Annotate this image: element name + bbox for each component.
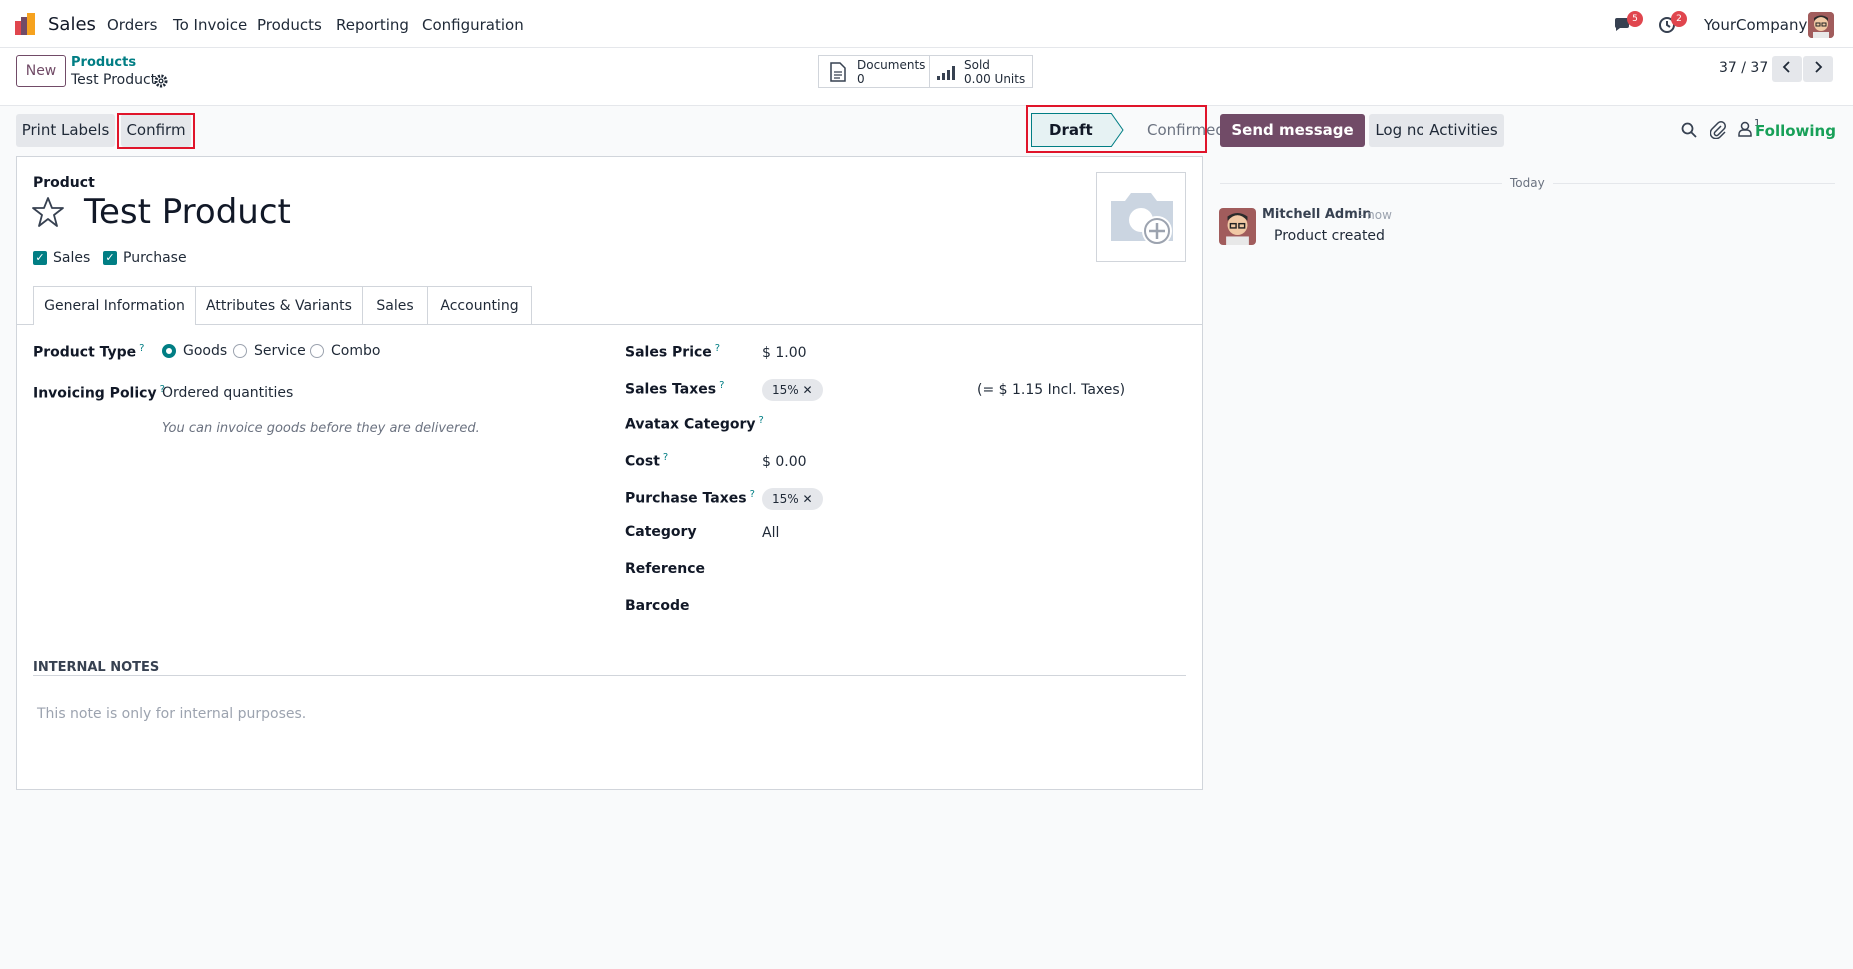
sales-price-label: Sales Price? [625,343,721,361]
invoicing-policy-field[interactable]: Ordered quantities [162,385,293,401]
tab-sales[interactable]: Sales [363,286,428,324]
radio-goods-label: Goods [183,343,228,359]
sales-price-field[interactable]: $ 1.00 [762,345,807,361]
app-name[interactable]: Sales [48,14,96,35]
message-author-avatar[interactable] [1219,208,1256,245]
menu-orders[interactable]: Orders [107,16,157,34]
product-label: Product [33,175,95,191]
sales-taxes-label: Sales Taxes? [625,380,725,398]
divider [1220,183,1502,184]
sold-label: Sold [964,58,990,72]
remove-tag-icon[interactable]: ✕ [803,383,813,397]
breadcrumb-current: Test Product [71,72,157,88]
following-button[interactable]: Following [1755,122,1836,140]
remove-tag-icon[interactable]: ✕ [803,492,813,506]
purchase-checkbox[interactable]: ✓ [103,251,117,265]
category-field[interactable]: All [762,525,779,541]
help-icon[interactable]: ? [663,452,668,463]
followers-icon[interactable] [1738,121,1752,137]
documents-smart-button[interactable]: Documents 0 [818,55,930,88]
tab-accounting[interactable]: Accounting [428,286,532,324]
menu-reporting[interactable]: Reporting [336,16,409,34]
confirm-highlight-box [117,113,195,149]
messages-badge: 5 [1627,11,1643,27]
top-navbar: Sales Orders To Invoice Products Reporti… [0,0,1853,48]
sales-app-icon[interactable] [15,13,37,35]
document-icon [830,62,846,82]
documents-label: Documents [857,58,926,72]
help-icon[interactable]: ? [750,489,755,500]
activities-badge: 2 [1671,11,1687,27]
pager-previous-button[interactable] [1772,56,1802,82]
message-body: Product created [1274,228,1385,244]
help-icon[interactable]: ? [139,343,144,354]
breadcrumb-products[interactable]: Products [71,55,136,70]
chevron-left-icon [1782,61,1790,73]
menu-products[interactable]: Products [257,16,322,34]
reference-label: Reference [625,561,706,577]
paperclip-icon[interactable] [1710,121,1726,139]
product-form-sheet [16,156,1203,790]
barcode-label: Barcode [625,598,690,614]
menu-configuration[interactable]: Configuration [422,16,524,34]
divider [1553,183,1835,184]
radio-goods[interactable] [162,344,176,358]
new-button[interactable]: New [16,55,66,87]
date-separator: Today [1510,176,1545,190]
radio-combo-label: Combo [331,343,381,359]
sold-smart-button[interactable]: Sold 0.00 Units [929,55,1033,88]
internal-notes-field[interactable]: This note is only for internal purposes. [37,706,306,722]
message-author[interactable]: Mitchell Admin [1262,207,1371,222]
star-icon[interactable] [32,196,64,228]
sold-value: 0.00 Units [964,72,1026,86]
help-icon[interactable]: ? [715,343,720,354]
product-name-field[interactable]: Test Product [84,192,291,232]
gear-icon[interactable] [154,74,168,88]
user-avatar[interactable] [1808,12,1834,38]
cost-field[interactable]: $ 0.00 [762,454,807,470]
pager-value[interactable]: 37 / 37 [1719,60,1768,76]
radio-combo[interactable] [310,344,324,358]
camera-add-icon [1111,193,1173,246]
cost-label: Cost? [625,452,669,470]
tab-attributes-variants[interactable]: Attributes & Variants [196,286,363,324]
incl-taxes-value: (= $ 1.15 Incl. Taxes) [977,382,1126,398]
menu-to-invoice[interactable]: To Invoice [173,16,247,34]
product-type-label: Product Type? [33,343,145,361]
invoicing-hint: You can invoice goods before they are de… [162,421,480,436]
sales-checkbox[interactable]: ✓ [33,251,47,265]
send-message-button[interactable]: Send message [1220,114,1365,147]
print-labels-button[interactable]: Print Labels [16,114,115,147]
message-time: - now [1359,208,1392,222]
company-switcher[interactable]: YourCompany [1704,16,1807,34]
category-label: Category [625,524,697,540]
internal-notes-title: INTERNAL NOTES [33,660,160,675]
control-panel: New Products Test Product Documents 0 So… [0,48,1853,106]
help-icon[interactable]: ? [759,415,764,426]
radio-service[interactable] [233,344,247,358]
tab-general-information[interactable]: General Information [33,286,196,325]
purchase-taxes-label: Purchase Taxes? [625,489,755,507]
signal-chart-icon [937,66,955,80]
activities-button[interactable]: Activities [1423,114,1504,147]
status-highlight-box [1026,105,1207,153]
product-image-upload[interactable] [1096,172,1186,262]
radio-service-label: Service [254,343,306,359]
purchase-checkbox-label: Purchase [123,250,187,266]
pager-next-button[interactable] [1803,56,1833,82]
invoicing-policy-label: Invoicing Policy? [33,384,165,402]
search-icon[interactable] [1681,122,1697,138]
divider [33,675,1186,676]
chevron-right-icon [1815,61,1823,73]
purchase-tax-tag[interactable]: 15% ✕ [762,488,823,510]
sales-tax-tag[interactable]: 15% ✕ [762,379,823,401]
documents-count: 0 [857,72,865,86]
help-icon[interactable]: ? [719,380,724,391]
sales-checkbox-label: Sales [53,250,91,266]
avatax-category-label: Avatax Category? [625,415,764,433]
